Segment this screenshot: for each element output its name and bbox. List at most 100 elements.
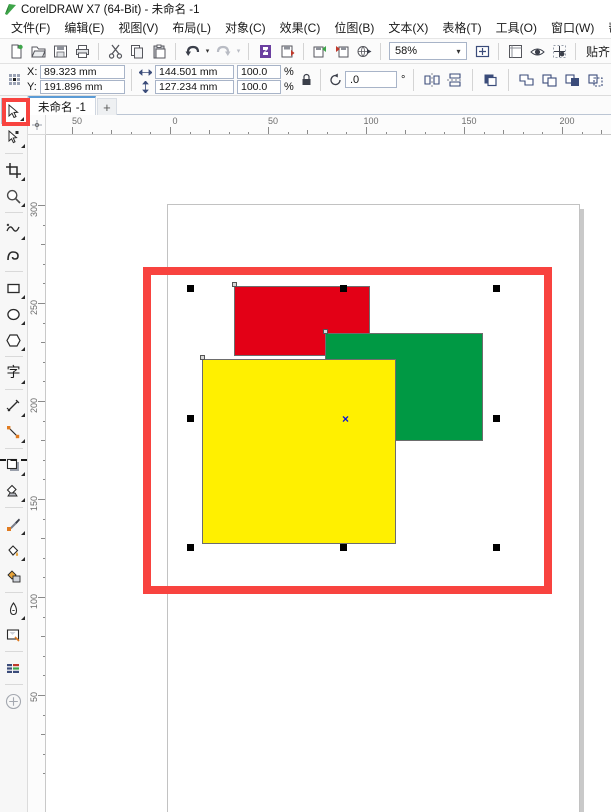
menu-text[interactable]: 文本(X) [381,18,435,38]
tool-interactive-fill[interactable] [1,563,27,589]
flyout-arrow-icon[interactable] [20,498,25,502]
flyout-arrow-icon[interactable] [20,321,25,325]
tool-text[interactable]: 字 [1,360,27,386]
publish-pdf-icon[interactable] [254,40,276,62]
menu-tools[interactable]: 工具(O) [489,18,544,38]
tool-zoom[interactable] [1,183,27,209]
node-marker-yellow[interactable] [200,355,205,360]
chevron-down-icon[interactable]: ▾ [451,47,466,56]
zoom-level-combo[interactable]: 58% ▾ [389,42,467,60]
export-icon[interactable] [276,40,298,62]
save-icon[interactable] [49,40,71,62]
tool-artistic-media[interactable] [1,242,27,268]
menu-help[interactable]: 帮 [601,18,611,38]
flyout-arrow-icon[interactable] [20,203,25,207]
ruler-origin-corner[interactable] [28,115,46,135]
export-to-icon[interactable] [331,40,353,62]
flyout-arrow-icon[interactable] [20,413,25,417]
tool-quick-customize[interactable] [1,688,27,714]
trim-icon[interactable] [538,68,561,92]
cut-icon[interactable] [104,40,126,62]
rotation-input[interactable]: .0 [345,71,397,88]
paste-icon[interactable] [148,40,170,62]
flyout-arrow-icon[interactable] [20,531,25,535]
tool-transparency[interactable] [1,478,27,504]
selection-handle[interactable] [493,285,500,292]
flyout-arrow-icon[interactable] [20,557,25,561]
weld-icon[interactable] [515,68,538,92]
snap-label[interactable]: 贴齐 [586,43,610,60]
selection-handle[interactable] [340,544,347,551]
tool-outline-pen[interactable] [1,596,27,622]
rectangle-yellow[interactable] [202,359,396,544]
view-icon[interactable] [526,40,548,62]
horizontal-ruler[interactable]: 50 0 50 100 150 200 [46,115,611,135]
tool-fill[interactable] [1,537,27,563]
x-position-input[interactable]: 89.323 mm [40,65,125,79]
add-document-tab-button[interactable]: + [96,98,117,115]
scale-y-input[interactable]: 100.0 [237,80,281,94]
tool-shadow[interactable] [1,452,27,478]
flyout-arrow-icon[interactable] [20,439,25,443]
lock-ratio-icon[interactable] [298,69,314,91]
menu-effects[interactable]: 效果(C) [273,18,328,38]
tool-crop[interactable] [1,157,27,183]
tool-table[interactable] [1,655,27,681]
selection-handle[interactable] [340,285,347,292]
menu-bitmaps[interactable]: 位图(B) [327,18,381,38]
flyout-arrow-icon[interactable] [20,295,25,299]
flyout-arrow-icon[interactable] [20,347,25,351]
selection-handle[interactable] [187,414,194,422]
flyout-arrow-icon[interactable] [20,472,25,476]
flyout-arrow-icon[interactable] [20,236,25,240]
tool-connector[interactable] [1,419,27,445]
selection-handle[interactable] [493,414,500,422]
tool-shape[interactable] [1,124,27,150]
flyout-arrow-icon[interactable] [20,177,25,181]
tool-ellipse[interactable] [1,301,27,327]
tool-freehand[interactable] [1,216,27,242]
height-input[interactable]: 127.234 mm [155,80,234,94]
undo-icon[interactable] [181,40,203,62]
import-icon[interactable] [309,40,331,62]
new-document-icon[interactable] [5,40,27,62]
tool-pick[interactable] [0,98,27,124]
vertical-ruler[interactable]: 300 250 200 150 100 50 [28,135,46,812]
menu-edit[interactable]: 编辑(E) [57,18,111,38]
open-document-icon[interactable] [27,40,49,62]
menu-file[interactable]: 文件(F) [4,18,57,38]
menu-view[interactable]: 视图(V) [111,18,165,38]
selection-handle[interactable] [493,544,500,551]
tool-dimension[interactable] [1,393,27,419]
menu-object[interactable]: 对象(C) [218,18,273,38]
copy-icon[interactable] [126,40,148,62]
fit-page-icon[interactable] [471,40,493,62]
menu-layout[interactable]: 布局(L) [165,18,218,38]
flyout-arrow-icon[interactable] [20,616,25,620]
width-input[interactable]: 144.501 mm [155,65,234,79]
object-anchor-grid[interactable] [4,69,24,91]
snap-icon[interactable] [548,40,570,62]
menu-table[interactable]: 表格(T) [435,18,488,38]
menu-window[interactable]: 窗口(W) [544,18,601,38]
flyout-arrow-icon[interactable] [20,380,25,384]
selection-handle[interactable] [187,285,194,292]
document-tab-untitled-1[interactable]: 未命名 -1 [28,96,96,115]
tool-color-eyedropper[interactable] [1,511,27,537]
front-minus-back-icon[interactable] [607,68,611,92]
selection-handle[interactable] [187,544,194,551]
simplify-icon[interactable] [584,68,607,92]
node-marker-green[interactable] [323,329,328,334]
tool-smart-fill[interactable] [1,622,27,648]
intersect-icon[interactable] [561,68,584,92]
convert-outline-icon[interactable] [479,68,502,92]
tool-polygon[interactable] [1,327,27,353]
y-position-input[interactable]: 191.896 mm [40,80,125,94]
flyout-arrow-icon[interactable] [19,117,24,121]
flyout-arrow-icon[interactable] [20,144,25,148]
print-icon[interactable] [71,40,93,62]
scale-x-input[interactable]: 100.0 [237,65,281,79]
mirror-horizontal-icon[interactable] [420,68,443,92]
publish-to-icon[interactable] [353,40,375,62]
node-marker-red[interactable] [232,282,237,287]
